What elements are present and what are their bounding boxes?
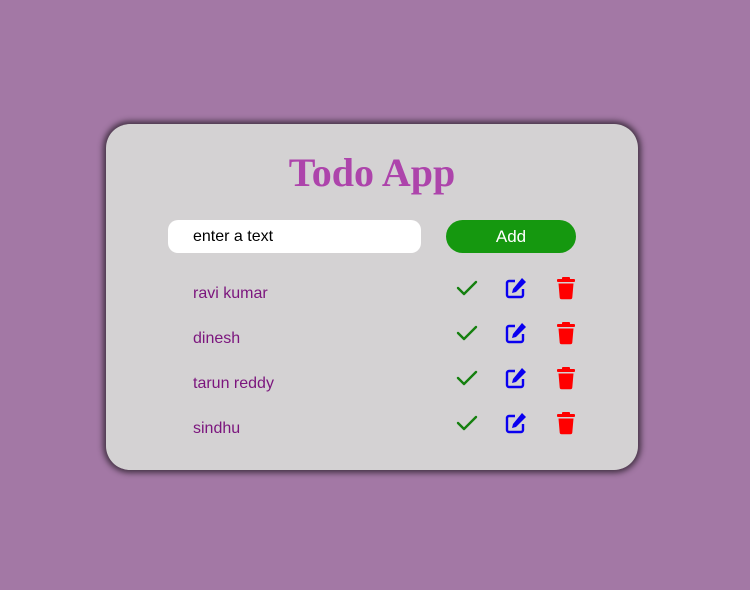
edit-icon[interactable]	[505, 276, 527, 300]
todo-item: tarun reddy	[106, 366, 638, 411]
edit-icon[interactable]	[505, 321, 527, 345]
check-icon[interactable]	[456, 321, 478, 345]
trash-icon[interactable]	[555, 411, 577, 435]
trash-icon[interactable]	[555, 276, 577, 300]
trash-icon[interactable]	[555, 366, 577, 390]
todo-list: ravi kumar dinesh tarun reddy sindhu	[106, 276, 638, 456]
app-title: Todo App	[288, 150, 456, 195]
todo-text: ravi kumar	[193, 285, 268, 302]
edit-icon[interactable]	[505, 411, 527, 435]
add-button[interactable]: Add	[446, 220, 576, 253]
check-icon[interactable]	[456, 276, 478, 300]
todo-text: tarun reddy	[193, 375, 274, 392]
check-icon[interactable]	[456, 411, 478, 435]
todo-input[interactable]	[168, 220, 421, 253]
edit-icon[interactable]	[505, 366, 527, 390]
todo-text: dinesh	[193, 330, 241, 347]
todo-text: sindhu	[193, 420, 241, 437]
check-icon[interactable]	[456, 366, 478, 390]
todo-item: sindhu	[106, 411, 638, 456]
trash-icon[interactable]	[555, 321, 577, 345]
todo-item: dinesh	[106, 321, 638, 366]
todo-card: Todo App Add ravi kumar dinesh	[106, 124, 638, 470]
todo-item: ravi kumar	[106, 276, 638, 321]
